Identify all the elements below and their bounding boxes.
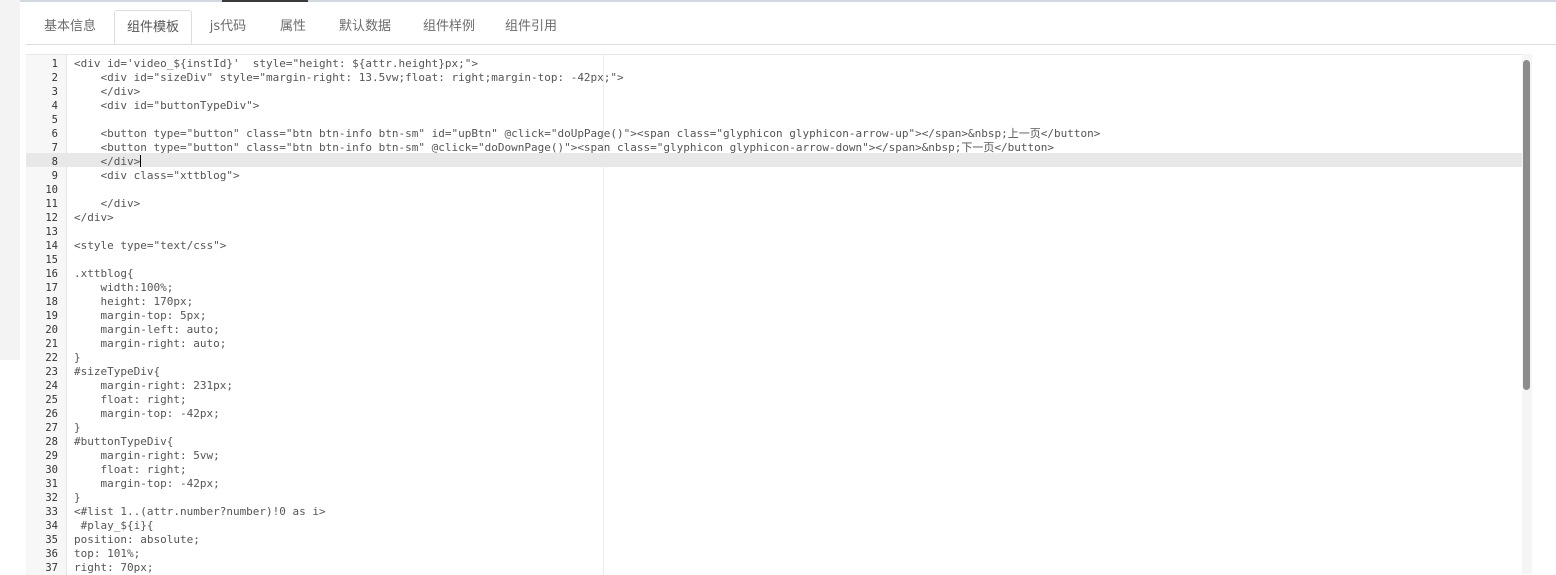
code-line-text[interactable]: } <box>74 491 81 505</box>
code-line-text[interactable]: #play_${i}{ <box>74 519 154 533</box>
line-number: 25 <box>45 394 58 406</box>
line-number: 34 <box>45 520 58 532</box>
line-number: 16 <box>45 268 58 280</box>
code-line-text[interactable]: margin-top: 5px; <box>74 309 206 323</box>
code-line-text[interactable]: <div id="sizeDiv" style="margin-right: 1… <box>74 71 623 85</box>
line-number: 22 <box>45 352 58 364</box>
tab-bar: 基本信息 组件模板 js代码 属性 默认数据 组件样例 组件引用 <box>26 10 1556 45</box>
code-line-text[interactable]: height: 170px; <box>74 295 193 309</box>
code-line-text[interactable]: #buttonTypeDiv{ <box>74 435 173 449</box>
line-number: 36 <box>45 548 58 560</box>
line-number: 4 <box>51 100 58 112</box>
line-number: 5 <box>51 114 58 126</box>
line-number: 12 <box>45 212 58 224</box>
line-number: 21 <box>45 338 58 350</box>
code-line-text[interactable]: top: 101%; <box>74 547 140 561</box>
line-number: 20 <box>45 324 58 336</box>
code-line-text[interactable]: <div class="xttblog"> <box>74 169 239 183</box>
code-line-text[interactable]: .xttblog{ <box>74 267 134 281</box>
line-number: 35 <box>45 534 58 546</box>
line-number: 2 <box>51 72 58 84</box>
editor-scrollbar-thumb[interactable] <box>1523 60 1530 390</box>
line-number: 18 <box>45 296 58 308</box>
code-editor[interactable]: 1 <div id='video_${instId}' style="height… <box>26 54 1532 575</box>
tab-properties[interactable]: 属性 <box>264 10 322 44</box>
line-number: 11 <box>45 198 58 210</box>
tab-js-code[interactable]: js代码 <box>192 10 264 44</box>
code-line-text[interactable]: position: absolute; <box>74 533 200 547</box>
line-number: 27 <box>45 422 58 434</box>
line-number: 33 <box>45 506 58 518</box>
line-number: 30 <box>45 464 58 476</box>
tab-component-template[interactable]: 组件模板 <box>114 10 192 44</box>
line-number: 37 <box>45 562 58 574</box>
code-line-text[interactable]: <#list 1..(attr.number?number)!0 as i> <box>74 505 326 519</box>
line-number: 6 <box>51 128 58 140</box>
line-number: 26 <box>45 408 58 420</box>
code-line-text[interactable]: </div> <box>74 155 142 169</box>
code-line-text[interactable]: right: 70px; <box>74 561 153 575</box>
line-number: 7 <box>51 142 58 154</box>
code-line-text[interactable]: <style type="text/css"> <box>74 239 226 253</box>
code-line-text[interactable]: margin-right: 231px; <box>74 379 232 393</box>
code-line-text[interactable]: margin-top: -42px; <box>74 407 219 421</box>
code-line-text[interactable]: margin-left: auto; <box>74 323 219 337</box>
active-line-highlight <box>26 153 1532 167</box>
code-line-text[interactable]: <div id='video_${instId}' style="height:… <box>74 57 478 71</box>
line-number: 31 <box>45 478 58 490</box>
line-number: 10 <box>45 184 58 196</box>
line-number: 8 <box>51 156 58 168</box>
line-number: 1 <box>51 58 58 70</box>
line-number: 32 <box>45 492 58 504</box>
left-sidebar-edge <box>0 0 20 360</box>
line-number: 9 <box>51 170 58 182</box>
code-line-text[interactable]: <div id="buttonTypeDiv"> <box>74 99 259 113</box>
code-line-text[interactable]: width:100%; <box>74 281 173 295</box>
code-line-text[interactable]: } <box>74 351 81 365</box>
code-line-text[interactable]: } <box>74 421 81 435</box>
top-indicator <box>222 0 308 2</box>
code-line-text[interactable]: </div> <box>74 85 140 99</box>
line-number: 24 <box>45 380 58 392</box>
line-number: 29 <box>45 450 58 462</box>
tab-component-references[interactable]: 组件引用 <box>490 10 572 44</box>
line-number: 3 <box>51 86 58 98</box>
code-line-text[interactable]: </div> <box>74 211 114 225</box>
code-line-text[interactable]: </div> <box>74 197 140 211</box>
code-line-text[interactable]: margin-right: auto; <box>74 337 226 351</box>
code-line-text[interactable]: margin-top: -42px; <box>74 477 219 491</box>
line-number: 13 <box>45 226 58 238</box>
code-line-text[interactable]: <button type="button" class="btn btn-inf… <box>74 127 1100 141</box>
line-number: 14 <box>45 240 58 252</box>
code-line-text[interactable]: float: right; <box>74 393 186 407</box>
line-number: 28 <box>45 436 58 448</box>
code-line-text[interactable]: margin-right: 5vw; <box>74 449 219 463</box>
line-number: 19 <box>45 310 58 322</box>
tab-component-samples[interactable]: 组件样例 <box>408 10 490 44</box>
tab-default-data[interactable]: 默认数据 <box>322 10 408 44</box>
code-line-text[interactable]: float: right; <box>74 463 186 477</box>
line-number: 23 <box>45 366 58 378</box>
text-cursor-icon <box>140 155 142 167</box>
code-line-text[interactable]: <button type="button" class="btn btn-inf… <box>74 141 1054 155</box>
line-number: 15 <box>45 254 58 266</box>
line-number: 17 <box>45 282 58 294</box>
code-line-text[interactable]: #sizeTypeDiv{ <box>74 365 160 379</box>
tab-basic-info[interactable]: 基本信息 <box>26 10 114 44</box>
